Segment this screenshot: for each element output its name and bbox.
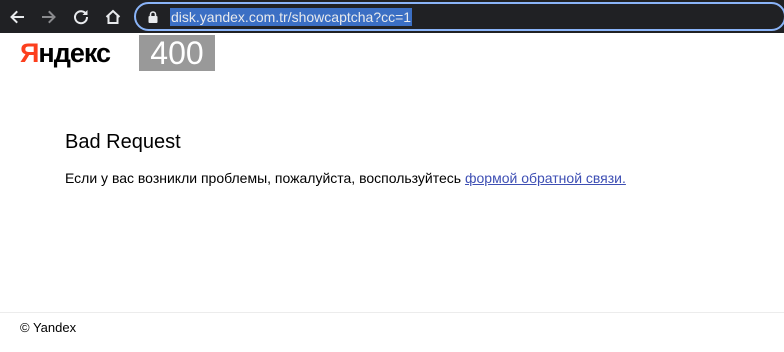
error-message: Если у вас возникли проблемы, пожалуйста… (65, 169, 626, 187)
address-bar[interactable]: disk.yandex.com.tr/showcaptcha?cc=1 (134, 2, 784, 31)
error-message-text: Если у вас возникли проблемы, пожалуйста… (65, 170, 465, 186)
browser-toolbar: disk.yandex.com.tr/showcaptcha?cc=1 (0, 0, 784, 33)
home-button[interactable] (100, 4, 126, 30)
feedback-form-link[interactable]: формой обратной связи. (465, 170, 626, 186)
footer-copyright: © Yandex (20, 320, 77, 335)
back-button[interactable] (4, 4, 30, 30)
logo-rest: ндекс (38, 38, 111, 68)
yandex-logo[interactable]: Яндекс (20, 38, 111, 68)
arrow-left-icon (10, 10, 24, 24)
footer-divider (0, 312, 784, 313)
forward-button[interactable] (36, 4, 62, 30)
lock-icon[interactable] (146, 10, 160, 24)
home-icon (105, 9, 121, 24)
arrow-right-icon (42, 10, 56, 24)
logo-first-letter: Я (20, 38, 39, 68)
reload-button[interactable] (68, 4, 94, 30)
reload-icon (74, 10, 89, 25)
error-code-badge: 400 (139, 35, 215, 71)
url-text[interactable]: disk.yandex.com.tr/showcaptcha?cc=1 (170, 8, 413, 26)
page-title: Bad Request (65, 131, 181, 153)
